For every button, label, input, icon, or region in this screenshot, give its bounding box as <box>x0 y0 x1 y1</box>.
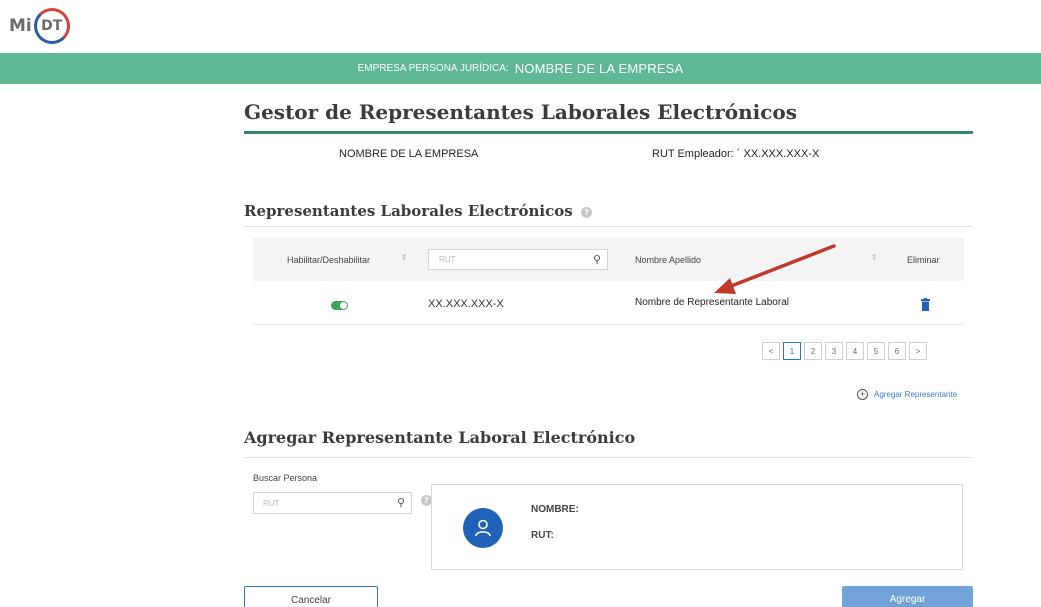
representatives-section-title-text: Representantes Laborales Electrónicos <box>244 202 573 220</box>
page-title: Gestor de Representantes Laborales Elect… <box>244 100 798 124</box>
rut-label: RUT: <box>531 530 554 541</box>
row-rut: XX.XXX.XXX-X <box>428 298 504 310</box>
company-banner: EMPRESA PERSONA JURÍDICA: NOMBRE DE LA E… <box>0 53 1041 84</box>
search-person-label: Buscar Persona <box>253 473 318 483</box>
page-button[interactable]: 1 <box>783 342 801 360</box>
page-button[interactable]: 4 <box>846 342 864 360</box>
name-label: NOMBRE: <box>531 504 579 515</box>
mi-dt-logo[interactable]: Mi DT <box>9 7 70 45</box>
person-rut-placeholder: RUT <box>263 499 280 508</box>
plus-circle-icon: + <box>857 389 868 400</box>
annotation-arrow <box>714 244 836 294</box>
table-header: Habilitar/Deshabilitar ⇕ RUT ⚲ Nombre Ap… <box>253 238 964 281</box>
banner-company-name: NOMBRE DE LA EMPRESA <box>514 61 684 76</box>
column-enable: Habilitar/Deshabilitar <box>287 254 371 265</box>
page-button[interactable]: 3 <box>825 342 843 360</box>
section-divider <box>244 226 973 227</box>
enable-toggle[interactable] <box>331 301 348 310</box>
title-divider <box>244 131 973 134</box>
representatives-section-title: Representantes Laborales Electrónicos ? <box>244 202 592 220</box>
pagination-next[interactable]: > <box>909 342 927 360</box>
rut-filter-placeholder: RUT <box>439 255 456 264</box>
sort-icon[interactable]: ⇕ <box>401 253 408 262</box>
table-row: XX.XXX.XXX-X Nombre de Representante Lab… <box>253 282 964 325</box>
employer-rut: RUT Empleador: ´ XX.XXX.XXX-X <box>652 148 820 160</box>
column-name: Nombre Apellido <box>635 254 702 265</box>
help-icon[interactable]: ? <box>580 206 592 218</box>
person-rut-input[interactable]: RUT ⚲ <box>253 492 412 514</box>
person-result-card: NOMBRE: RUT: <box>431 484 963 570</box>
search-icon[interactable]: ⚲ <box>593 253 601 266</box>
logo-dt-text: DT <box>41 18 63 34</box>
page-button[interactable]: 6 <box>888 342 906 360</box>
pagination: < 1 2 3 4 5 6 > <box>762 342 930 360</box>
add-representative-label: Agregar Representante <box>874 390 958 399</box>
logo-badge: DT <box>33 8 70 44</box>
add-section-title: Agregar Representante Laboral Electrónic… <box>244 428 636 447</box>
column-delete: Eliminar <box>907 254 940 265</box>
cancel-button[interactable]: Cancelar <box>244 586 378 607</box>
sort-icon[interactable]: ⇕ <box>871 253 878 262</box>
rut-filter-input[interactable]: RUT ⚲ <box>428 249 608 270</box>
page-button[interactable]: 2 <box>804 342 822 360</box>
trash-icon[interactable] <box>921 298 930 311</box>
add-button[interactable]: Agregar <box>842 586 973 607</box>
pagination-prev[interactable]: < <box>762 342 780 360</box>
banner-label: EMPRESA PERSONA JURÍDICA: <box>357 63 509 74</box>
section-divider <box>244 457 973 458</box>
add-representative-link[interactable]: + Agregar Representante <box>857 389 957 400</box>
employer-company-name: NOMBRE DE LA EMPRESA <box>339 148 479 160</box>
user-icon <box>463 508 503 548</box>
logo-mi-text: Mi <box>9 16 32 36</box>
search-icon[interactable]: ⚲ <box>397 496 405 509</box>
page-button[interactable]: 5 <box>867 342 885 360</box>
